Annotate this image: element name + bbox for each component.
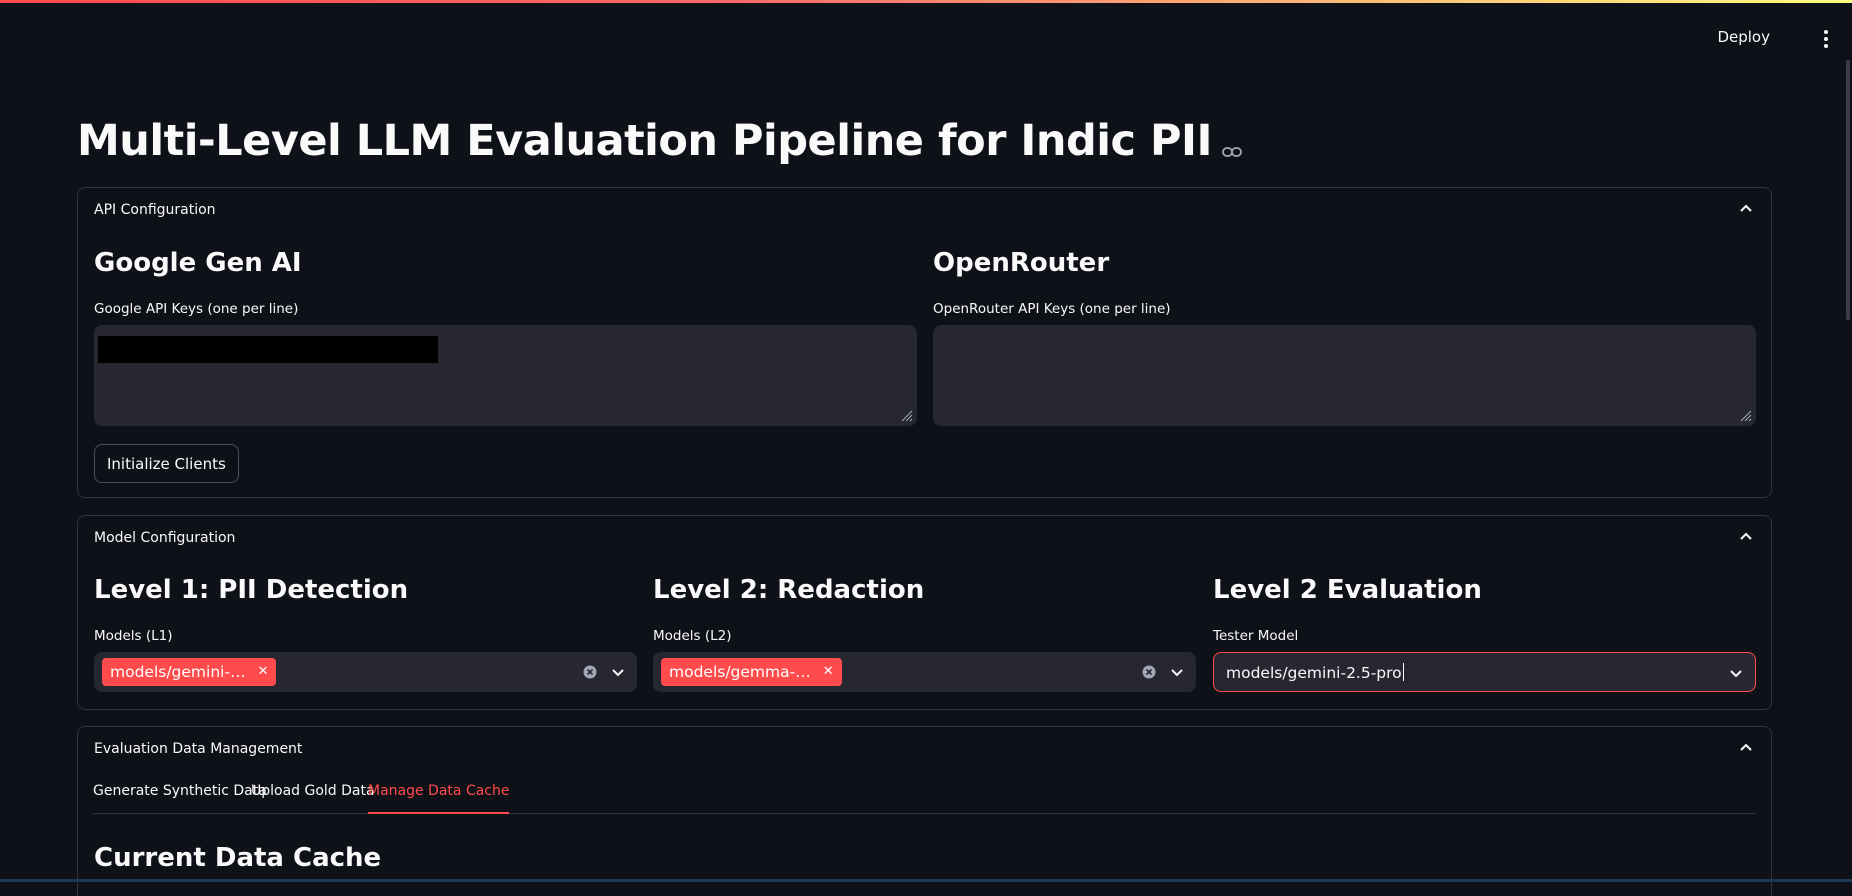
chevron-down-icon[interactable]	[610, 664, 626, 680]
selected-model-tag[interactable]: models/gemini-… ✕	[102, 658, 277, 686]
page-title: Multi-Level LLM Evaluation Pipeline for …	[77, 116, 1242, 169]
level2-evaluation-heading: Level 2 Evaluation	[1213, 575, 1482, 605]
expander-header[interactable]: API Configuration	[94, 202, 216, 218]
tester-model-text: models/gemini-2.5-pro	[1226, 664, 1402, 682]
tab-manage-data-cache[interactable]: Manage Data Cache	[368, 783, 510, 814]
resize-grip-icon[interactable]	[899, 408, 913, 422]
chevron-up-icon[interactable]	[1739, 741, 1753, 755]
openrouter-api-keys-input[interactable]	[933, 325, 1756, 426]
models-l2-multiselect[interactable]: models/gemma-… ✕	[653, 652, 1196, 692]
remove-tag-icon[interactable]: ✕	[258, 658, 269, 686]
tester-model-value: models/gemini-2.5-pro	[1226, 663, 1404, 682]
evaluation-data-management-expander: Evaluation Data Management Generate Synt…	[77, 726, 1772, 896]
tab-upload-gold-data[interactable]: Upload Gold Data	[251, 783, 375, 812]
level2-heading: Level 2: Redaction	[653, 575, 925, 605]
vertical-dots-icon[interactable]	[1816, 28, 1836, 50]
chevron-down-icon[interactable]	[1169, 664, 1185, 680]
tester-model-select[interactable]: models/gemini-2.5-pro	[1213, 652, 1756, 692]
clear-all-icon[interactable]	[1141, 664, 1157, 680]
text-cursor	[1402, 663, 1404, 681]
models-l1-multiselect[interactable]: models/gemini-… ✕	[94, 652, 637, 692]
initialize-clients-button[interactable]: Initialize Clients	[94, 444, 239, 483]
models-l2-label: Models (L2)	[653, 628, 732, 644]
chevron-up-icon[interactable]	[1739, 202, 1753, 216]
remove-tag-icon[interactable]: ✕	[823, 658, 834, 686]
tag-label: models/gemini-…	[110, 663, 246, 681]
openrouter-heading: OpenRouter	[933, 248, 1110, 278]
level1-heading: Level 1: PII Detection	[94, 575, 409, 605]
page-title-text: Multi-Level LLM Evaluation Pipeline for …	[77, 116, 1212, 166]
chevron-up-icon[interactable]	[1739, 530, 1753, 544]
resize-grip-icon[interactable]	[1738, 408, 1752, 422]
tag-label: models/gemma-…	[669, 663, 811, 681]
current-data-cache-heading: Current Data Cache	[94, 843, 382, 873]
openrouter-keys-label: OpenRouter API Keys (one per line)	[933, 301, 1171, 317]
models-l1-label: Models (L1)	[94, 628, 173, 644]
deploy-button[interactable]: Deploy	[1717, 28, 1770, 46]
scrollbar[interactable]	[1846, 60, 1850, 320]
model-configuration-expander: Model Configuration Level 1: PII Detecti…	[77, 515, 1772, 710]
chevron-down-icon[interactable]	[1728, 665, 1744, 681]
link-icon[interactable]	[1222, 119, 1242, 169]
google-genai-heading: Google Gen AI	[94, 248, 302, 278]
google-keys-label: Google API Keys (one per line)	[94, 301, 299, 317]
tab-generate-synthetic-data[interactable]: Generate Synthetic Data	[93, 783, 267, 812]
app-header: Deploy	[0, 0, 1852, 76]
selected-model-tag[interactable]: models/gemma-… ✕	[661, 658, 842, 686]
clear-all-icon[interactable]	[582, 664, 598, 680]
redacted-api-key	[98, 336, 438, 363]
data-tabs: Generate Synthetic Data Upload Gold Data…	[93, 783, 1756, 814]
tester-model-label: Tester Model	[1213, 628, 1299, 644]
expander-header[interactable]: Model Configuration	[94, 530, 235, 546]
expander-header[interactable]: Evaluation Data Management	[94, 741, 302, 757]
